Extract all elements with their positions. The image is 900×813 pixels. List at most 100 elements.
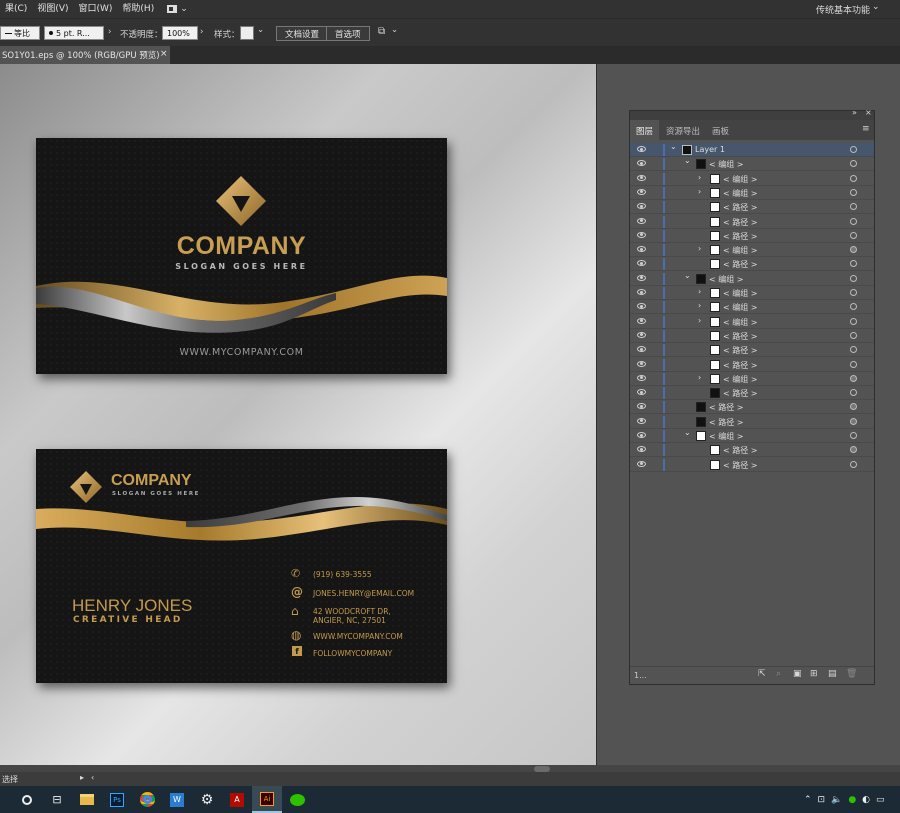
target-circle-icon[interactable] — [850, 417, 857, 425]
visibility-eye-icon[interactable] — [637, 403, 646, 410]
chrome-icon[interactable] — [132, 786, 162, 813]
layer-row[interactable]: < 路径 > — [630, 358, 874, 372]
chevron-down-icon[interactable]: ⌄ — [872, 2, 880, 12]
target-circle-icon[interactable] — [850, 360, 857, 368]
layer-row[interactable]: › < 编组 > — [630, 372, 874, 386]
target-circle-icon[interactable] — [850, 346, 857, 354]
target-circle-icon[interactable] — [850, 389, 857, 397]
arrange-icon[interactable]: ⧉ — [378, 26, 385, 37]
layers-panel[interactable]: » × 图层 资源导出 画板 ≡ ⌄ Layer 1 ⌄ < 编组 > › < 编组 > ›… — [629, 108, 875, 685]
layer-name[interactable]: < 编组 > — [709, 431, 744, 442]
trash-icon[interactable]: 🗑 — [846, 669, 857, 679]
layer-name[interactable]: < 编组 > — [723, 374, 758, 385]
chevron-down-icon[interactable]: ⌄ — [391, 25, 398, 35]
layer-name[interactable]: < 编组 > — [723, 188, 758, 199]
cortana-icon[interactable] — [12, 786, 42, 813]
layer-name[interactable]: < 路径 > — [723, 217, 758, 228]
tab-layers[interactable]: 图层 — [630, 120, 660, 140]
target-circle-icon[interactable] — [850, 246, 857, 254]
layer-row[interactable]: ⌄ Layer 1 — [630, 142, 874, 157]
visibility-eye-icon[interactable] — [637, 174, 646, 181]
layer-name[interactable]: < 编组 > — [723, 174, 758, 185]
style-swatch[interactable] — [240, 26, 254, 40]
collapse-panel-icon[interactable]: » — [852, 108, 857, 117]
export-icon[interactable]: ⇱ — [758, 669, 766, 679]
visibility-eye-icon[interactable] — [637, 188, 646, 195]
layer-row[interactable]: < 路径 > — [630, 400, 874, 415]
layer-name[interactable]: < 路径 > — [723, 388, 758, 399]
layer-name[interactable]: < 路径 > — [723, 202, 758, 213]
illustrator-icon[interactable]: Ai — [252, 786, 282, 813]
target-circle-icon[interactable] — [850, 203, 857, 211]
visibility-eye-icon[interactable] — [637, 203, 646, 210]
target-circle-icon[interactable] — [850, 217, 857, 225]
layer-name[interactable]: < 路径 > — [723, 360, 758, 371]
status-play-icon[interactable]: ▸ — [80, 773, 84, 782]
chevron-right-icon[interactable]: › — [698, 287, 701, 296]
artboard-canvas[interactable]: COMPANY SLOGAN GOES HERE WWW.MYCOMPANY.C… — [0, 64, 596, 765]
visibility-eye-icon[interactable] — [637, 331, 646, 338]
layer-row[interactable]: < 路径 > — [630, 329, 874, 343]
target-circle-icon[interactable] — [850, 260, 857, 268]
layer-name[interactable]: < 编组 > — [723, 288, 758, 299]
target-circle-icon[interactable] — [850, 331, 857, 339]
layer-row[interactable]: < 路径 > — [630, 229, 874, 243]
layer-row[interactable]: › < 编组 > — [630, 172, 874, 186]
layer-row[interactable]: ⌄ < 编组 > — [630, 156, 874, 172]
panel-menu-icon[interactable]: ≡ — [862, 124, 870, 134]
brush-select[interactable]: 5 pt. R... — [44, 26, 104, 40]
layer-row[interactable]: < 路径 > — [630, 415, 874, 429]
layer-name[interactable]: < 路径 > — [709, 402, 744, 413]
task-view-icon[interactable]: ⊟ — [42, 786, 72, 813]
visibility-eye-icon[interactable] — [637, 246, 646, 253]
windows-start-icon[interactable] — [0, 786, 12, 813]
grid-layout-icon[interactable] — [167, 5, 178, 13]
target-circle-icon[interactable] — [850, 374, 857, 382]
menu-view[interactable]: 视图(V) — [32, 0, 73, 18]
tray-network-icon[interactable]: ⊡ — [818, 795, 826, 805]
tray-chevron-icon[interactable]: ⌃ — [804, 795, 812, 805]
chevron-right-icon[interactable]: › — [698, 244, 701, 253]
visibility-eye-icon[interactable] — [637, 446, 646, 453]
menu-help[interactable]: 帮助(H) — [117, 0, 159, 18]
layer-row[interactable]: ⌄ < 编组 > — [630, 271, 874, 286]
target-circle-icon[interactable] — [850, 317, 857, 325]
target-circle-icon[interactable] — [850, 303, 857, 311]
target-circle-icon[interactable] — [850, 274, 857, 282]
layer-name[interactable]: < 编组 > — [723, 317, 758, 328]
chevron-down-icon[interactable]: ⌄ — [257, 25, 264, 35]
layer-name[interactable]: < 编组 > — [723, 245, 758, 256]
workspace-switcher[interactable]: 传统基本功能 — [816, 3, 870, 16]
visibility-eye-icon[interactable] — [637, 274, 646, 281]
layer-row[interactable]: › < 编组 > — [630, 186, 874, 200]
layer-row[interactable]: < 路径 > — [630, 257, 874, 272]
target-circle-icon[interactable] — [850, 403, 857, 411]
layer-name[interactable]: < 编组 > — [723, 302, 758, 313]
word-icon[interactable]: W — [162, 786, 192, 813]
visibility-eye-icon[interactable] — [637, 346, 646, 353]
settings-gear-icon[interactable]: ⚙ — [192, 786, 222, 813]
preferences-button[interactable]: 首选项 — [326, 26, 370, 41]
notification-icon[interactable]: ▭ — [876, 795, 885, 805]
chevron-down-icon[interactable]: ⌄ — [180, 4, 188, 14]
visibility-eye-icon[interactable] — [637, 231, 646, 238]
tray-app-icon[interactable]: ◐ — [862, 795, 870, 805]
new-sublayer-icon[interactable]: ⊞ — [810, 669, 818, 679]
opacity-input[interactable]: 100% — [162, 26, 198, 40]
close-icon[interactable]: × — [865, 108, 872, 117]
close-icon[interactable]: × — [160, 49, 168, 59]
layer-row[interactable]: < 路径 > — [630, 443, 874, 458]
layer-row[interactable]: › < 编组 > — [630, 243, 874, 258]
visibility-eye-icon[interactable] — [637, 417, 646, 424]
target-circle-icon[interactable] — [850, 460, 857, 468]
menu-window[interactable]: 窗口(W) — [74, 0, 118, 18]
tray-wechat-icon[interactable]: ● — [848, 795, 856, 805]
layer-row[interactable]: < 路径 > — [630, 386, 874, 401]
target-circle-icon[interactable] — [850, 446, 857, 454]
target-circle-icon[interactable] — [850, 146, 857, 153]
target-circle-icon[interactable] — [850, 174, 857, 182]
visibility-eye-icon[interactable] — [637, 160, 646, 167]
volume-icon[interactable]: 🔈 — [831, 795, 842, 805]
layer-name[interactable]: < 路径 > — [723, 460, 758, 471]
visibility-eye-icon[interactable] — [637, 217, 646, 224]
